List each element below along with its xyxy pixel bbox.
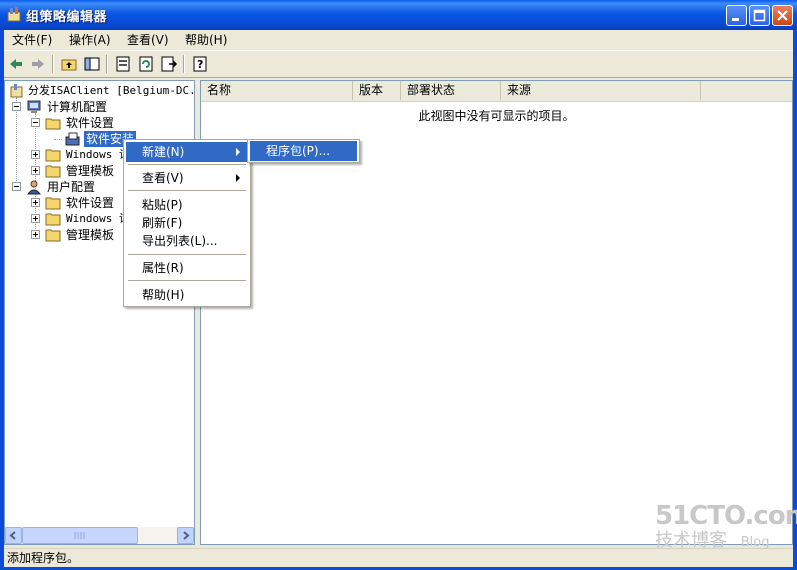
expand-icon[interactable] — [31, 214, 40, 223]
folder-icon — [45, 163, 61, 179]
group-policy-icon — [6, 6, 22, 22]
tree-line — [54, 139, 62, 141]
policy-object-icon — [9, 83, 25, 99]
folder-icon — [45, 195, 61, 211]
column-header-name[interactable]: 名称 — [201, 81, 353, 100]
horizontal-scrollbar[interactable] — [5, 527, 194, 544]
folder-icon — [45, 147, 61, 163]
context-menu-help[interactable]: 帮助(H) — [126, 285, 248, 305]
empty-list-message: 此视图中没有可显示的项目。 — [418, 109, 575, 123]
scroll-thumb[interactable] — [22, 527, 138, 544]
expand-icon[interactable] — [31, 230, 40, 239]
toolbar: ? — [4, 50, 793, 78]
collapse-icon[interactable] — [31, 118, 40, 127]
tree-item-software-settings[interactable]: 软件设置 — [5, 115, 194, 131]
window-title: 组策略编辑器 — [26, 10, 108, 25]
watermark-sub: 技术博客 — [655, 530, 727, 551]
toolbar-separator — [106, 55, 108, 73]
submenu-package[interactable]: 程序包(P)... — [250, 141, 357, 161]
title-bar[interactable]: 组策略编辑器 — [0, 0, 797, 30]
collapse-icon[interactable] — [12, 182, 21, 191]
tree-item-computer-config[interactable]: 计算机配置 — [5, 99, 194, 115]
maximize-button[interactable] — [749, 5, 770, 26]
tree-label: 管理模板 — [66, 164, 115, 178]
watermark-site: 51CTO.com — [655, 501, 797, 531]
open-folder-icon — [45, 115, 61, 131]
tree-label: Windows 设 — [66, 212, 130, 225]
tree-label: 管理模板 — [66, 228, 115, 242]
user-icon — [26, 179, 42, 195]
menu-bar: 文件(F) 操作(A) 查看(V) 帮助(H) — [4, 30, 793, 50]
column-header-source[interactable]: 来源 — [501, 81, 701, 100]
collapse-icon[interactable] — [12, 102, 21, 111]
context-menu-export[interactable]: 导出列表(L)... — [126, 231, 248, 251]
menu-action[interactable]: 操作(A) — [69, 32, 111, 48]
expand-icon[interactable] — [31, 166, 40, 175]
show-hide-tree-icon[interactable] — [82, 54, 102, 74]
scroll-left-button[interactable] — [5, 527, 22, 544]
tree-label: 分发ISAClient [Belgium-DC.zb — [28, 84, 195, 97]
watermark: 51CTO.com 技术博客 Blog — [655, 502, 797, 554]
computer-icon — [26, 99, 42, 115]
status-text: 添加程序包。 — [7, 551, 80, 565]
watermark-blog: Blog — [740, 535, 770, 550]
menu-help[interactable]: 帮助(H) — [185, 32, 227, 48]
menu-item-label: 新建(N) — [142, 145, 185, 159]
context-menu-properties[interactable]: 属性(R) — [126, 258, 248, 278]
tree-item-root[interactable]: 分发ISAClient [Belgium-DC.zb — [5, 83, 194, 99]
main-window: 组策略编辑器 文件(F) 操作(A) 查看(V) 帮助(H) ? 分发ISACl… — [0, 0, 797, 570]
menu-separator — [128, 280, 246, 281]
export-list-icon[interactable] — [159, 54, 179, 74]
software-install-icon — [65, 131, 81, 147]
column-header-deploy-state[interactable]: 部署状态 — [401, 81, 501, 100]
tree-label: Windows 设 — [66, 148, 130, 161]
menu-view[interactable]: 查看(V) — [127, 32, 169, 48]
menu-file[interactable]: 文件(F) — [12, 32, 52, 48]
submenu-arrow-icon — [236, 148, 240, 156]
forward-arrow-icon[interactable] — [28, 54, 48, 74]
tree-label: 软件设置 — [66, 196, 115, 210]
watermark-sub-row: 技术博客 Blog — [655, 530, 797, 554]
menu-item-label: 查看(V) — [142, 171, 184, 185]
up-folder-icon[interactable] — [59, 54, 79, 74]
list-header: 名称 版本 部署状态 来源 — [201, 81, 792, 102]
refresh-icon[interactable] — [136, 54, 156, 74]
context-menu: 新建(N) 查看(V) 粘贴(P) 刷新(F) 导出列表(L)... 属性(R)… — [123, 139, 251, 307]
tree-label: 用户配置 — [47, 180, 96, 194]
expand-icon[interactable] — [31, 198, 40, 207]
submenu-arrow-icon — [236, 174, 240, 182]
context-menu-view[interactable]: 查看(V) — [126, 168, 248, 188]
close-button[interactable] — [772, 5, 793, 26]
tree-label: 计算机配置 — [47, 100, 108, 114]
column-header-version[interactable]: 版本 — [353, 81, 401, 100]
back-arrow-icon[interactable] — [6, 54, 26, 74]
folder-icon — [45, 211, 61, 227]
scroll-right-button[interactable] — [177, 527, 194, 544]
context-menu-paste[interactable]: 粘贴(P) — [126, 195, 248, 215]
tree-label: 软件设置 — [66, 116, 115, 130]
folder-icon — [45, 227, 61, 243]
menu-separator — [128, 254, 246, 255]
menu-separator — [128, 190, 246, 191]
help-icon[interactable]: ? — [190, 54, 210, 74]
minimize-button[interactable] — [726, 5, 747, 26]
svg-text:?: ? — [197, 58, 203, 71]
toolbar-separator — [183, 55, 185, 73]
menu-separator — [128, 164, 246, 165]
context-menu-new[interactable]: 新建(N) — [126, 142, 248, 162]
new-submenu: 程序包(P)... — [247, 139, 360, 163]
context-menu-refresh[interactable]: 刷新(F) — [126, 213, 248, 233]
properties-icon[interactable] — [113, 54, 133, 74]
expand-icon[interactable] — [31, 150, 40, 159]
toolbar-separator — [52, 55, 54, 73]
